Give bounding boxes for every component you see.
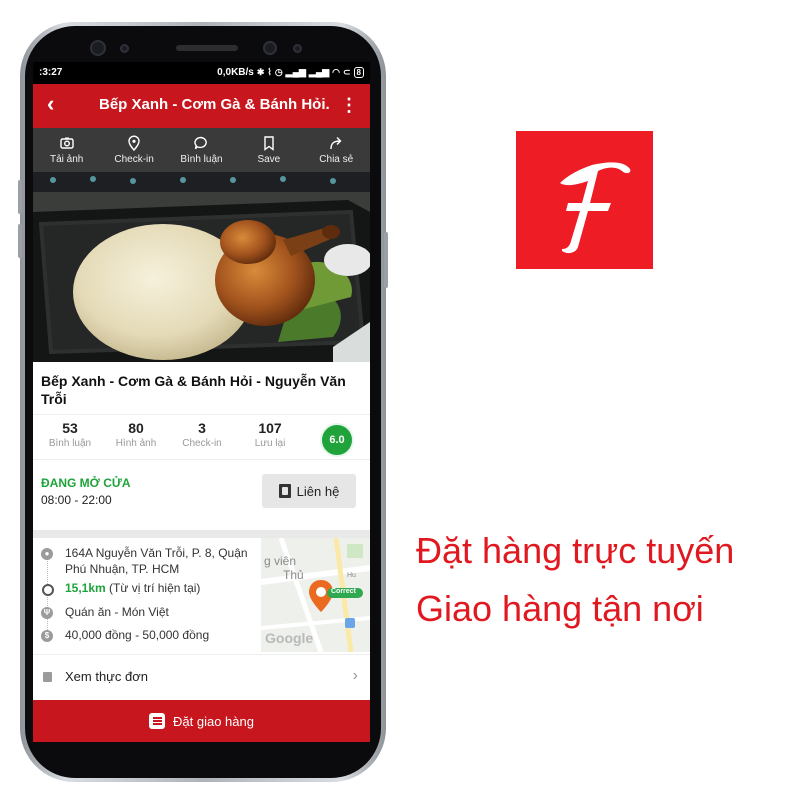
save-button[interactable]: Save: [237, 135, 301, 165]
restaurant-name: Bếp Xanh - Cơm Gà & Bánh Hỏi - Nguyễn Vă…: [41, 373, 346, 407]
section-divider: [33, 530, 370, 538]
contact-book-icon: [278, 484, 291, 498]
view-menu-label: Xem thực đơn: [65, 669, 148, 684]
opening-row: ĐANG MỞ CỬA 08:00 - 22:00 Liên hệ: [33, 462, 370, 528]
action-label: Bình luận: [180, 154, 223, 165]
category-text: Quán ăn - Món Việt: [65, 605, 169, 619]
restaurant-photo[interactable]: [33, 172, 370, 362]
google-logo: Google: [265, 630, 314, 646]
order-delivery-button[interactable]: Đặt giao hàng: [33, 700, 370, 742]
chevron-right-icon: ›: [352, 667, 358, 684]
tagline-online-order: Đặt hàng trực tuyến: [416, 530, 735, 571]
details-section: ● 164A Nguyễn Văn Trỗi, P. 8, Quận Phú N…: [33, 538, 370, 652]
menu-book-icon: [43, 672, 52, 682]
status-icons: 0,0KB/s ✱ ⌇ ◷ ▂▄▆ ▂▄▆ ◠ ⊂ 8: [217, 67, 364, 78]
status-time: :3:27: [39, 67, 63, 78]
page-title: Bếp Xanh - Cơm Gà & Bánh Hỏi...: [99, 96, 329, 113]
location-pin-icon: [128, 135, 140, 151]
share-icon: [330, 137, 342, 150]
check-in-button[interactable]: Check-in: [102, 135, 166, 165]
foody-logo: [516, 131, 653, 269]
bookmark-icon: [264, 136, 274, 151]
stat-label: Bình luận: [48, 438, 92, 449]
stat-value: 107: [258, 420, 282, 436]
cutlery-icon: Ψ: [41, 607, 53, 619]
comment-icon: [194, 136, 208, 150]
stat-saved[interactable]: 107 Lưu lại: [235, 420, 305, 449]
signal-icon: ▂▄▆: [285, 67, 306, 77]
sensor-icon: [120, 44, 129, 53]
map-thumbnail[interactable]: g viên Thủ Hu Correct Google: [261, 538, 370, 652]
battery-icon: 8: [353, 67, 364, 78]
map-label: Thủ: [283, 568, 304, 582]
open-status: ĐANG MỞ CỬA: [41, 476, 131, 490]
proximity-sensor-icon: [293, 44, 302, 53]
price-icon: $: [41, 630, 53, 642]
app-bar: ‹ Bếp Xanh - Cơm Gà & Bánh Hỏi... ⋮: [33, 84, 370, 128]
share-button[interactable]: Chia sẻ: [304, 135, 368, 165]
distance-note: (Từ vị trí hiện tại): [109, 581, 201, 595]
address-text[interactable]: 164A Nguyễn Văn Trỗi, P. 8, Quận Phú Nhu…: [65, 545, 255, 577]
more-vertical-icon[interactable]: ⋮: [340, 92, 358, 118]
location-pin-icon: ●: [41, 548, 53, 560]
action-label: Chia sẻ: [319, 154, 354, 165]
stat-value: 3: [198, 420, 206, 436]
bluetooth-icon: ✱: [256, 67, 265, 77]
upload-photo-button[interactable]: Tải ảnh: [35, 135, 99, 165]
tagline-home-delivery: Giao hàng tận nơi: [416, 588, 704, 629]
stat-value: 53: [62, 420, 78, 436]
delivery-list-icon: [149, 713, 166, 729]
iris-scanner-icon: [263, 41, 277, 55]
open-hours: 08:00 - 22:00: [41, 493, 112, 507]
rating-badge[interactable]: 6.0: [320, 423, 354, 457]
restaurant-info: Bếp Xanh - Cơm Gà & Bánh Hỏi - Nguyễn Vă…: [33, 362, 370, 538]
stat-comments[interactable]: 53 Bình luận: [35, 420, 105, 449]
view-menu-row[interactable]: Xem thực đơn ›: [33, 654, 370, 699]
map-pin-badge: Correct: [331, 588, 356, 595]
current-location-icon: [42, 584, 54, 596]
power-button: [384, 232, 388, 288]
distance-row: 15,1km (Từ vị trí hiện tại): [65, 581, 200, 595]
map-label: g viên: [264, 554, 297, 568]
stat-checkins[interactable]: 3 Check-in: [167, 420, 237, 449]
front-camera-icon: [90, 40, 106, 56]
earpiece: [176, 45, 238, 51]
action-label: Save: [257, 154, 281, 165]
stat-value: 80: [128, 420, 144, 436]
volume-down-button: [18, 224, 22, 258]
volume-up-button: [18, 180, 22, 214]
contact-button[interactable]: Liên hệ: [262, 474, 356, 508]
signal-2-icon: ▂▄▆: [308, 67, 330, 77]
status-bar: :3:27 0,0KB/s ✱ ⌇ ◷ ▂▄▆ ▂▄▆ ◠ ⊂ 8: [33, 62, 370, 84]
action-label: Check-in: [114, 154, 154, 165]
wifi-icon: ◠: [332, 67, 340, 77]
price-range-text: 40,000 đồng - 50,000 đồng: [65, 628, 210, 642]
stats-row: 53 Bình luận 80 Hình ảnh 3 Check-in 107 …: [33, 414, 370, 460]
stat-label: Lưu lại: [254, 438, 286, 449]
action-bar: Tải ảnh Check-in Bình luận Save Chia sẻ: [33, 128, 370, 172]
phone-screen: :3:27 0,0KB/s ✱ ⌇ ◷ ▂▄▆ ▂▄▆ ◠ ⊂ 8 ‹ Bếp …: [33, 62, 370, 742]
action-label: Tải ảnh: [50, 154, 84, 165]
stat-label: Check-in: [182, 438, 222, 449]
camera-icon: [59, 137, 74, 149]
distance-value: 15,1km: [65, 581, 106, 595]
comment-button[interactable]: Bình luận: [169, 135, 233, 165]
arrow-left-icon[interactable]: ‹: [47, 92, 54, 116]
contact-label: Liên hệ: [296, 483, 340, 499]
nfc-icon: ⊂: [343, 67, 351, 77]
alarm-icon: ◷: [274, 67, 283, 77]
stat-label: Hình ảnh: [115, 438, 157, 449]
foody-f-logo-icon: [560, 162, 631, 254]
vibrate-icon: ⌇: [267, 67, 272, 77]
map-label: Hu: [347, 572, 356, 579]
order-label: Đặt giao hàng: [173, 713, 254, 729]
stat-photos[interactable]: 80 Hình ảnh: [101, 420, 171, 449]
network-speed: 0,0KB/s: [217, 67, 254, 78]
